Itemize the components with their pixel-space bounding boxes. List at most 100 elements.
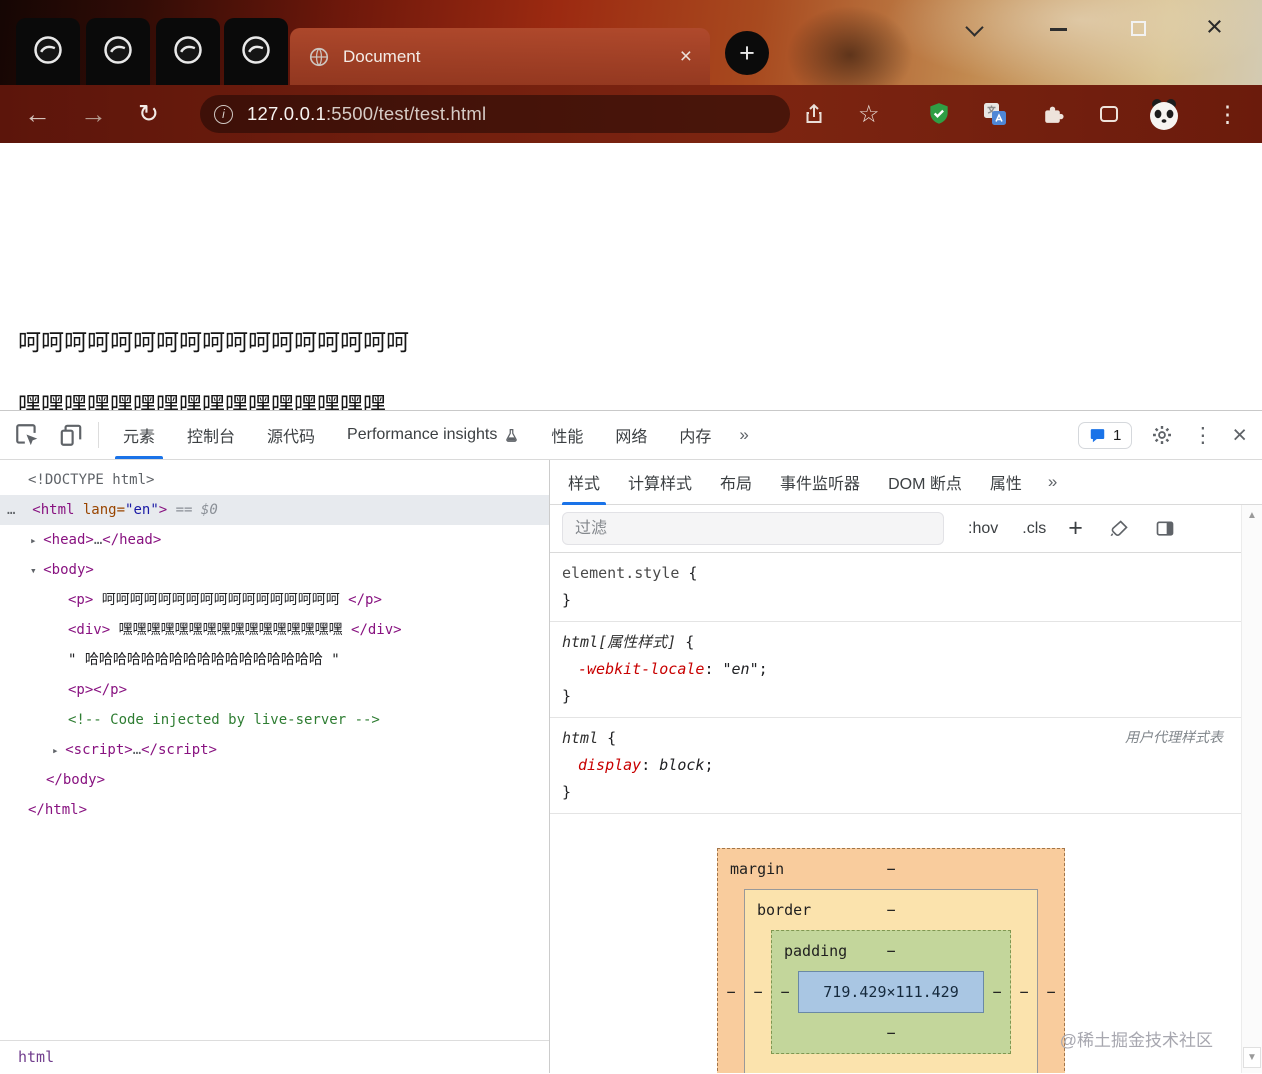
computed-panel-toggle-button[interactable] [1155, 519, 1175, 539]
style-rule-line[interactable]: element.style { [562, 560, 1231, 587]
profile-avatar[interactable] [1146, 85, 1182, 143]
address-bar[interactable]: i 127.0.0.1:5500/test/test.html [200, 95, 790, 133]
share-button[interactable] [802, 85, 826, 143]
tab-performance[interactable]: 性能 [535, 411, 599, 459]
tree-line-comment[interactable]: <!-- Code injected by live-server --> [0, 705, 549, 735]
scrollbar[interactable]: ▲ ▼ [1241, 505, 1262, 1073]
border-left-value[interactable]: − [745, 930, 771, 1054]
adblock-extension-button[interactable] [926, 85, 952, 143]
new-style-rule-button[interactable]: + [1068, 514, 1083, 543]
box-model-margin[interactable]: margin − − border − − padding − − 719.42… [717, 848, 1065, 1073]
token-tag: > [158, 502, 168, 518]
window-close-icon[interactable]: × [1206, 11, 1223, 44]
tree-line-head[interactable]: ▸ <head>…</head> [0, 525, 549, 555]
device-toolbar-button[interactable] [58, 422, 84, 448]
box-model-diagram[interactable]: margin − − border − − padding − − 719.42… [717, 848, 1065, 1073]
pinned-tab-4[interactable] [224, 18, 288, 85]
tab-event-listeners[interactable]: 事件监听器 [766, 460, 874, 505]
more-tabs-button[interactable]: » [727, 411, 760, 459]
minimize-icon[interactable] [1050, 28, 1067, 31]
style-rule-html-attributes[interactable]: html[属性样式] { -webkit-locale: "en"; } [550, 622, 1241, 718]
border-top-value[interactable]: − [886, 890, 895, 930]
styles-filter-bar: :hov .cls + [550, 505, 1241, 553]
style-rule-html-user-agent[interactable]: html { 用户代理样式表 display: block; } [550, 718, 1241, 814]
scroll-down-icon[interactable]: ▼ [1243, 1047, 1261, 1068]
padding-bottom-value[interactable]: − [886, 1013, 895, 1053]
style-declaration[interactable]: -webkit-locale: "en"; [562, 656, 1231, 683]
rendering-emulation-button[interactable] [1109, 519, 1129, 539]
padding-left-value[interactable]: − [772, 971, 798, 1013]
tree-line-script[interactable]: ▸ <script>…</script> [0, 735, 549, 765]
token-arrow: ▾ [30, 564, 44, 577]
inspect-element-button[interactable] [14, 422, 40, 448]
watermark: @稀土掘金技术社区 [1059, 1031, 1213, 1050]
tree-line-p1[interactable]: <p> 呵呵呵呵呵呵呵呵呵呵呵呵呵呵呵呵呵 </p> [0, 585, 549, 615]
style-origin-label[interactable]: 用户代理样式表 [1125, 725, 1223, 752]
tab-layout[interactable]: 布局 [706, 460, 766, 505]
issues-button[interactable]: 1 [1078, 421, 1133, 449]
pinned-tab-2[interactable] [86, 18, 150, 85]
tab-label: 元素 [123, 429, 156, 446]
reload-button[interactable]: ↻ [138, 85, 159, 143]
tree-line-div[interactable]: <div> 嘿嘿嘿嘿嘿嘿嘿嘿嘿嘿嘿嘿嘿嘿嘿嘿 </div> [0, 615, 549, 645]
tree-line-body-close[interactable]: </body> [0, 765, 549, 795]
back-button[interactable]: ← [24, 85, 51, 143]
tab-styles[interactable]: 样式 [554, 460, 614, 505]
chevron-down-icon[interactable] [965, 18, 984, 37]
extensions-button[interactable] [1040, 85, 1065, 143]
new-tab-button[interactable]: + [725, 31, 769, 75]
pinned-tab-3[interactable] [156, 18, 220, 85]
browser-tab-active[interactable]: Document × [290, 28, 710, 85]
toggle-element-state-button[interactable]: :hov [968, 520, 998, 538]
box-model-border[interactable]: border − − padding − − 719.429×111.429 −… [744, 889, 1038, 1073]
padding-top-value[interactable]: − [886, 931, 895, 971]
tab-close-icon[interactable]: × [680, 45, 692, 69]
tab-console[interactable]: 控制台 [171, 411, 251, 459]
tree-line-body-open[interactable]: ▾ <body> [0, 555, 549, 585]
tree-line-p2[interactable]: <p></p> [0, 675, 549, 705]
box-model-content-size[interactable]: 719.429×111.429 [798, 971, 984, 1013]
tab-performance-insights[interactable]: Performance insights [331, 411, 535, 459]
tree-line-doctype[interactable]: <!DOCTYPE html> [0, 465, 549, 495]
border-right-value[interactable]: − [1011, 930, 1037, 1054]
scroll-up-icon[interactable]: ▲ [1247, 510, 1257, 521]
tab-elements[interactable]: 元素 [107, 411, 171, 459]
more-tabs-button[interactable]: » [1036, 472, 1069, 492]
breadcrumb-item-html[interactable]: html [18, 1048, 54, 1066]
tab-properties[interactable]: 属性 [976, 460, 1036, 505]
panda-avatar-icon [1150, 99, 1178, 130]
tab-computed[interactable]: 计算样式 [614, 460, 706, 505]
style-rule-selector[interactable]: html { [562, 725, 616, 752]
forward-button[interactable]: → [80, 85, 107, 143]
maximize-icon[interactable] [1131, 21, 1146, 36]
tab-sources[interactable]: 源代码 [251, 411, 331, 459]
site-info-icon[interactable]: i [214, 104, 233, 124]
url-text[interactable]: 127.0.0.1:5500/test/test.html [247, 103, 486, 125]
side-panel-button[interactable] [1097, 85, 1121, 143]
padding-right-value[interactable]: − [984, 971, 1010, 1013]
element-classes-button[interactable]: .cls [1022, 520, 1046, 538]
translate-extension-button[interactable] [982, 85, 1008, 143]
browser-menu-button[interactable]: ⋮ [1216, 85, 1239, 143]
styles-filter-input[interactable] [562, 512, 944, 545]
tab-network[interactable]: 网络 [599, 411, 663, 459]
tab-memory[interactable]: 内存 [663, 411, 727, 459]
bookmark-button[interactable]: ☆ [858, 85, 880, 143]
box-model-padding[interactable]: padding − − 719.429×111.429 − − [771, 930, 1011, 1054]
devtools-close-button[interactable]: × [1232, 422, 1247, 448]
tree-line-text-node[interactable]: " 哈哈哈哈哈哈哈哈哈哈哈哈哈哈哈哈哈 " [0, 645, 549, 675]
devtools-settings-button[interactable] [1151, 424, 1173, 446]
tab-dom-breakpoints[interactable]: DOM 断点 [874, 460, 976, 505]
tree-line-html-close[interactable]: </html> [0, 795, 549, 825]
style-rule-line[interactable]: html[属性样式] { [562, 629, 1231, 656]
border-bottom-value[interactable]: − [886, 1054, 895, 1073]
devtools-menu-button[interactable]: ⋮ [1192, 425, 1213, 446]
style-rule-element-style[interactable]: element.style { } [550, 553, 1241, 622]
style-declaration[interactable]: display: block; [562, 752, 1231, 779]
margin-top-value[interactable]: − [886, 849, 895, 889]
pinned-tab-1[interactable] [16, 18, 80, 85]
token-tag: </p> [348, 592, 382, 608]
margin-left-value[interactable]: − [718, 889, 744, 1073]
tree-line-html-open[interactable]: … <html lang="en"> == $0 [0, 495, 549, 525]
star-icon: ☆ [858, 100, 880, 128]
